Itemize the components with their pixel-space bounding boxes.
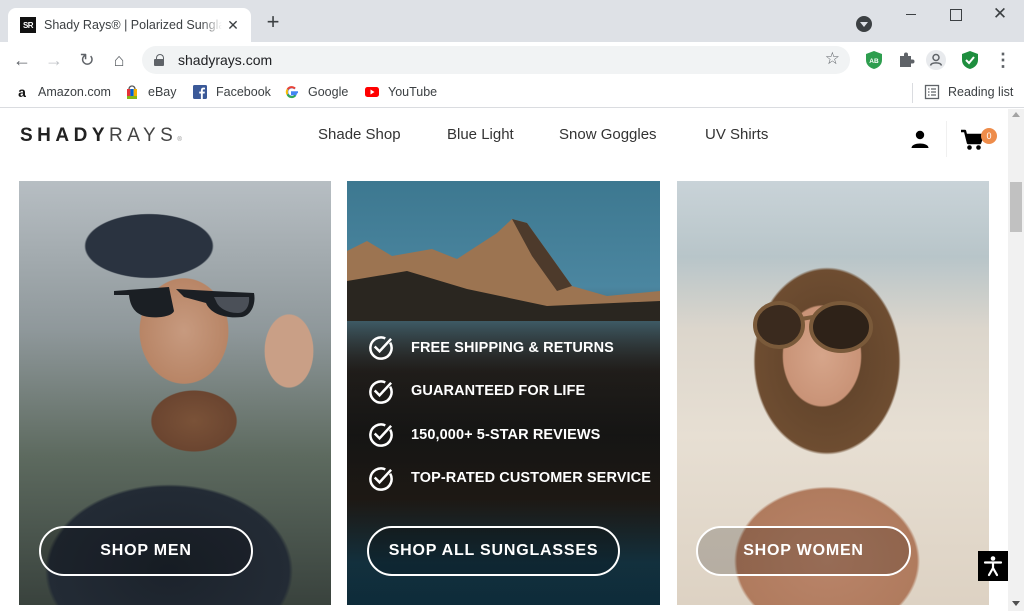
bookmark-label: Facebook [216,85,271,99]
close-tab-icon[interactable]: ✕ [225,17,241,34]
tab-title: Shady Rays® | Polarized Sunglasses [44,18,222,32]
adblock-icon[interactable]: AB [864,50,884,70]
feature-item: FREE SHIPPING & RETURNS [367,326,651,370]
url-text[interactable]: shadyrays.com [178,52,272,68]
forward-button[interactable]: → [42,48,66,72]
maximize-button[interactable] [944,4,966,26]
nav-uv-shirts[interactable]: UV Shirts [705,126,768,143]
site-header: SHADYRAYS® Shade Shop Blue Light Snow Go… [0,109,1008,165]
svg-text:AB: AB [869,58,879,65]
google-icon [285,86,298,99]
page-viewport: SHADYRAYS® Shade Shop Blue Light Snow Go… [0,109,1024,611]
check-circle-icon [369,466,393,491]
bookmark-label: eBay [148,85,177,99]
mountain-image [347,219,660,321]
shield-check-icon[interactable] [960,50,980,70]
feature-text: FREE SHIPPING & RETURNS [411,339,614,356]
browser-tab-active[interactable]: SR Shady Rays® | Polarized Sunglasses ✕ [8,8,251,42]
new-tab-button[interactable]: + [262,11,284,34]
youtube-icon [365,87,379,97]
ebay-icon [127,85,137,99]
bookmarks-separator [912,83,913,103]
shop-all-card[interactable]: FREE SHIPPING & RETURNS GUARANTEED FOR L… [347,181,660,605]
bookmark-label: Amazon.com [38,85,111,99]
feature-item: TOP-RATED CUSTOMER SERVICE [367,457,651,501]
site-favicon-icon: SR [20,17,36,33]
bookmark-star-icon[interactable]: ☆ [825,49,840,69]
shop-women-card[interactable]: SHOP WOMEN [677,181,989,605]
women-sunglasses-image [753,301,873,353]
reading-list-icon [924,84,940,100]
tab-search-icon[interactable] [856,16,872,32]
bookmark-ebay[interactable]: eBay [124,84,177,100]
feature-text: GUARANTEED FOR LIFE [411,383,586,400]
browser-menu-icon[interactable]: ⋮ [994,50,1012,70]
reload-button[interactable]: ↻ [75,48,99,72]
home-button[interactable]: ⌂ [107,48,131,72]
page-scrollbar[interactable] [1008,109,1024,611]
logo-light-text: RAYS [109,125,178,146]
back-button[interactable]: ← [10,48,34,72]
bookmark-facebook[interactable]: Facebook [192,84,271,100]
bookmark-google[interactable]: Google [284,84,348,100]
nav-blue-light[interactable]: Blue Light [447,126,514,143]
nav-shade-shop[interactable]: Shade Shop [318,126,401,143]
check-circle-icon [369,379,393,404]
extensions-puzzle-icon[interactable] [896,50,916,70]
shop-men-card[interactable]: SHOP MEN [19,181,331,605]
lock-icon[interactable] [154,54,166,66]
bookmarks-bar: a Amazon.com eBay Facebook Google YouTub… [0,78,1024,108]
shop-all-sunglasses-button[interactable]: SHOP ALL SUNGLASSES [367,526,620,576]
scrollbar-thumb[interactable] [1010,182,1022,232]
address-bar[interactable]: shadyrays.com ☆ [142,46,850,74]
check-circle-icon [369,423,393,448]
facebook-icon [193,85,207,99]
scroll-down-arrow-icon[interactable] [1012,601,1020,606]
reading-list-button[interactable]: Reading list [924,84,1013,100]
accessibility-icon[interactable] [978,551,1008,581]
amazon-icon: a [18,84,26,100]
feature-item: 150,000+ 5-STAR REVIEWS [367,413,651,457]
nav-snow-goggles[interactable]: Snow Goggles [559,126,657,143]
feature-text: TOP-RATED CUSTOMER SERVICE [411,470,652,487]
profile-icon[interactable] [926,50,946,70]
feature-text: 150,000+ 5-STAR REVIEWS [411,426,601,443]
feature-item: GUARANTEED FOR LIFE [367,370,651,414]
window-close-button[interactable]: ✕ [989,4,1011,26]
logo-registered-mark: ® [177,137,182,143]
site-logo[interactable]: SHADYRAYS® [20,125,182,147]
logo-bold-text: SHADY [20,125,110,146]
browser-toolbar: ← → ↻ ⌂ shadyrays.com ☆ AB ⋮ [0,42,1024,78]
bookmark-label: YouTube [388,85,438,99]
bookmark-youtube[interactable]: YouTube [364,84,437,100]
scroll-up-arrow-icon[interactable] [1012,112,1020,117]
bookmark-amazon[interactable]: a Amazon.com [14,84,111,100]
reading-list-label: Reading list [948,85,1014,99]
minimize-button[interactable] [900,4,922,26]
cart-count-badge: 0 [981,128,997,144]
tab-strip: SR Shady Rays® | Polarized Sunglasses ✕ … [0,0,1024,42]
men-sunglasses-image [114,287,255,318]
bookmark-label: Google [308,85,349,99]
account-icon[interactable] [910,129,930,149]
check-circle-icon [369,336,393,361]
header-divider [946,121,947,157]
shop-women-button[interactable]: SHOP WOMEN [696,526,911,576]
shop-men-button[interactable]: SHOP MEN [39,526,253,576]
features-list: FREE SHIPPING & RETURNS GUARANTEED FOR L… [367,326,651,500]
